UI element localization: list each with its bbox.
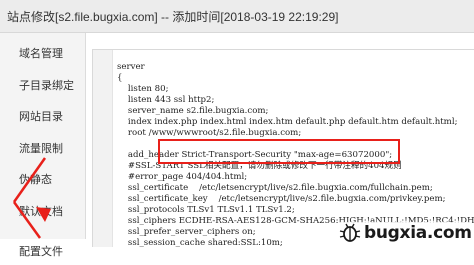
bug-icon <box>339 223 361 242</box>
watermark-text: bugxia.com <box>364 223 472 243</box>
arrow-annotation-icon <box>12 157 51 239</box>
watermark: bugxia.com <box>338 222 472 244</box>
